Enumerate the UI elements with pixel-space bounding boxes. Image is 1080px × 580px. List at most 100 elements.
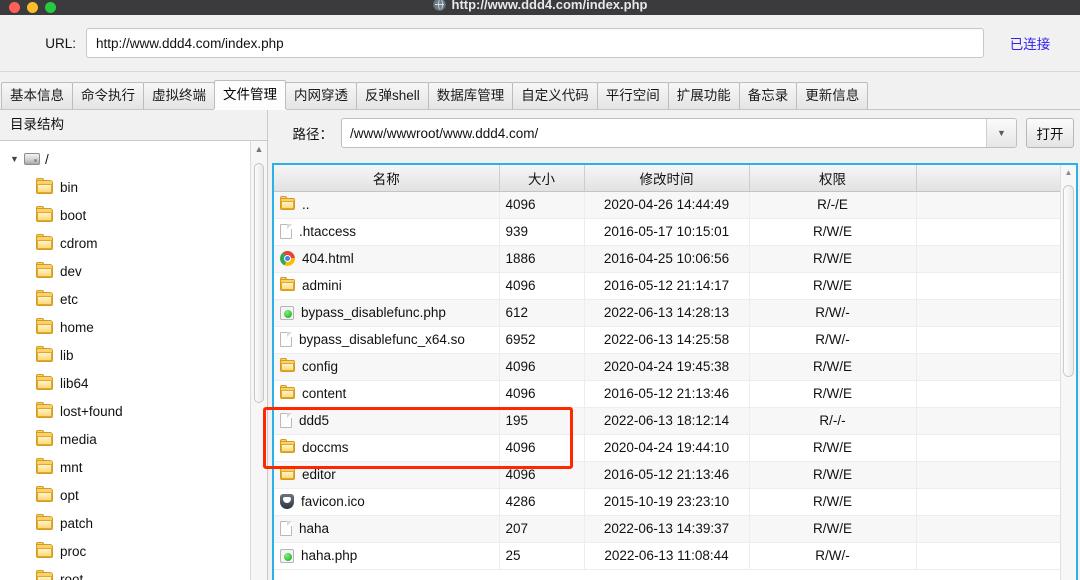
folder-icon [36,178,53,194]
cell-name[interactable]: .htaccess [274,218,500,246]
tab-5[interactable]: 反弹shell [356,82,429,109]
caret-down-icon[interactable]: ▼ [8,153,21,166]
tree-item-lost+found[interactable]: lost+found [0,397,249,425]
tab-4[interactable]: 内网穿透 [285,82,357,109]
table-row[interactable]: 404.html 1886 2016-04-25 10:06:56 R/W/E [274,245,1060,273]
cell-size: 4096 [499,191,585,219]
cell-name[interactable]: editor [274,461,500,489]
tree-item-patch[interactable]: patch [0,509,249,537]
window-controls[interactable] [9,2,56,13]
cell-name[interactable]: ddd5 [274,407,500,435]
tree-item-etc[interactable]: etc [0,285,249,313]
tree-item-home[interactable]: home [0,313,249,341]
cell-size: 4096 [499,461,585,489]
table-row[interactable]: .htaccess 939 2016-05-17 10:15:01 R/W/E [274,218,1060,246]
file-name: favicon.ico [301,494,365,509]
chevron-down-icon[interactable]: ▼ [986,119,1016,147]
cell-name[interactable]: config [274,353,500,381]
file-list-panel: 名称 大小 修改时间 权限 .. 4096 2020-04-26 14:44:49 R/-/… [272,163,1078,580]
url-input[interactable]: http://www.ddd4.com/index.php [86,28,984,58]
folder-icon [36,206,53,222]
cell-name[interactable]: admini [274,272,500,300]
cell-name[interactable]: haha.php [274,542,500,570]
globe-icon [432,0,446,11]
tree-item-mnt[interactable]: mnt [0,453,249,481]
column-header-1[interactable]: 大小 [499,165,585,192]
cell-name[interactable]: content [274,380,500,408]
folder-icon [36,458,53,474]
file-name: ddd5 [299,413,330,428]
table-row[interactable]: content 4096 2016-05-12 21:13:46 R/W/E [274,380,1060,408]
tree-item-root[interactable]: root [0,565,249,580]
tab-1[interactable]: 命令执行 [72,82,144,109]
tree-item-proc[interactable]: proc [0,537,249,565]
table-row[interactable]: haha.php 25 2022-06-13 11:08:44 R/W/- [274,542,1060,570]
path-input[interactable]: /www/wwwroot/www.ddd4.com/ ▼ [341,118,1017,148]
close-button[interactable] [9,2,20,13]
cell-name[interactable]: haha [274,515,500,543]
table-row[interactable]: config 4096 2020-04-24 19:45:38 R/W/E [274,353,1060,381]
connection-status[interactable]: 已连接 [984,33,1076,53]
cell-name[interactable]: bypass_disablefunc.php [274,299,500,327]
column-header-4[interactable] [916,165,1060,192]
cell-extra [916,245,1060,273]
tree-item-root[interactable]: ▼ / [0,145,249,173]
column-header-2[interactable]: 修改时间 [584,165,750,192]
table-row[interactable]: editor 4096 2016-05-12 21:13:46 R/W/E [274,461,1060,489]
tree-item-lib64[interactable]: lib64 [0,369,249,397]
tree-item-opt[interactable]: opt [0,481,249,509]
tree-item-bin[interactable]: bin [0,173,249,201]
tab-6[interactable]: 数据库管理 [427,82,514,109]
cell-name[interactable]: doccms [274,434,500,462]
main-panel: 目录结构 ▼ / bin boot cdrom dev etc home lib lib64 los… [0,110,1080,580]
tree-item-lib[interactable]: lib [0,341,249,369]
tree-item-label: boot [60,207,87,223]
tab-10[interactable]: 备忘录 [738,82,798,109]
zoom-button[interactable] [45,2,56,13]
file-list-scrollbar-thumb[interactable] [1063,185,1074,377]
column-header-0[interactable]: 名称 [274,165,500,192]
cell-name[interactable]: favicon.ico [274,488,500,516]
cell-name[interactable]: 404.html [274,245,500,273]
open-button[interactable]: 打开 [1026,118,1074,148]
table-row[interactable]: bypass_disablefunc.php 612 2022-06-13 14:2… [274,299,1060,327]
tree-item-media[interactable]: media [0,425,249,453]
url-label: URL: [45,35,76,51]
tab-7[interactable]: 自定义代码 [512,82,598,109]
scroll-up-icon[interactable]: ▲ [251,141,267,157]
cell-extra [916,407,1060,435]
table-row[interactable]: bypass_disablefunc_x64.so 6952 2022-06-13 … [274,326,1060,354]
tree-item-dev[interactable]: dev [0,257,249,285]
cell-time: 2020-04-24 19:45:38 [584,353,750,381]
tab-0[interactable]: 基本信息 [1,82,73,109]
column-header-3[interactable]: 权限 [749,165,917,192]
tree-item-boot[interactable]: boot [0,201,249,229]
tab-9[interactable]: 扩展功能 [667,82,740,109]
cell-name[interactable]: bypass_disablefunc_x64.so [274,326,500,354]
table-row[interactable]: favicon.ico 4286 2015-10-19 23:23:10 R/W/E [274,488,1060,516]
table-row[interactable]: doccms 4096 2020-04-24 19:44:10 R/W/E [274,434,1060,462]
tree-scrollbar[interactable]: ▲ [250,141,267,580]
table-row[interactable]: haha 207 2022-06-13 14:39:37 R/W/E [274,515,1060,543]
cell-size: 612 [499,299,585,327]
folder-icon [280,466,295,482]
tab-3[interactable]: 文件管理 [214,80,286,109]
file-list-scrollbar[interactable]: ▲ [1060,165,1076,580]
cell-name[interactable]: .. [274,191,500,219]
table-row[interactable]: .. 4096 2020-04-26 14:44:49 R/-/E [274,191,1060,219]
cell-size: 195 [499,407,585,435]
tab-11[interactable]: 更新信息 [796,82,869,109]
url-input-value: http://www.ddd4.com/index.php [96,35,284,51]
tree-scrollbar-thumb[interactable] [254,163,264,403]
tab-8[interactable]: 平行空间 [596,82,669,109]
tree-item-label: bin [60,179,79,195]
tree-item-cdrom[interactable]: cdrom [0,229,249,257]
cell-size: 207 [499,515,585,543]
minimize-button[interactable] [27,2,38,13]
table-row[interactable]: admini 4096 2016-05-12 21:14:17 R/W/E [274,272,1060,300]
scroll-up-icon[interactable]: ▲ [1061,165,1076,180]
folder-icon [36,570,53,580]
table-row[interactable]: ddd5 195 2022-06-13 18:12:14 R/-/- [274,407,1060,435]
tab-2[interactable]: 虚拟终端 [143,82,215,109]
document-icon [280,413,292,428]
